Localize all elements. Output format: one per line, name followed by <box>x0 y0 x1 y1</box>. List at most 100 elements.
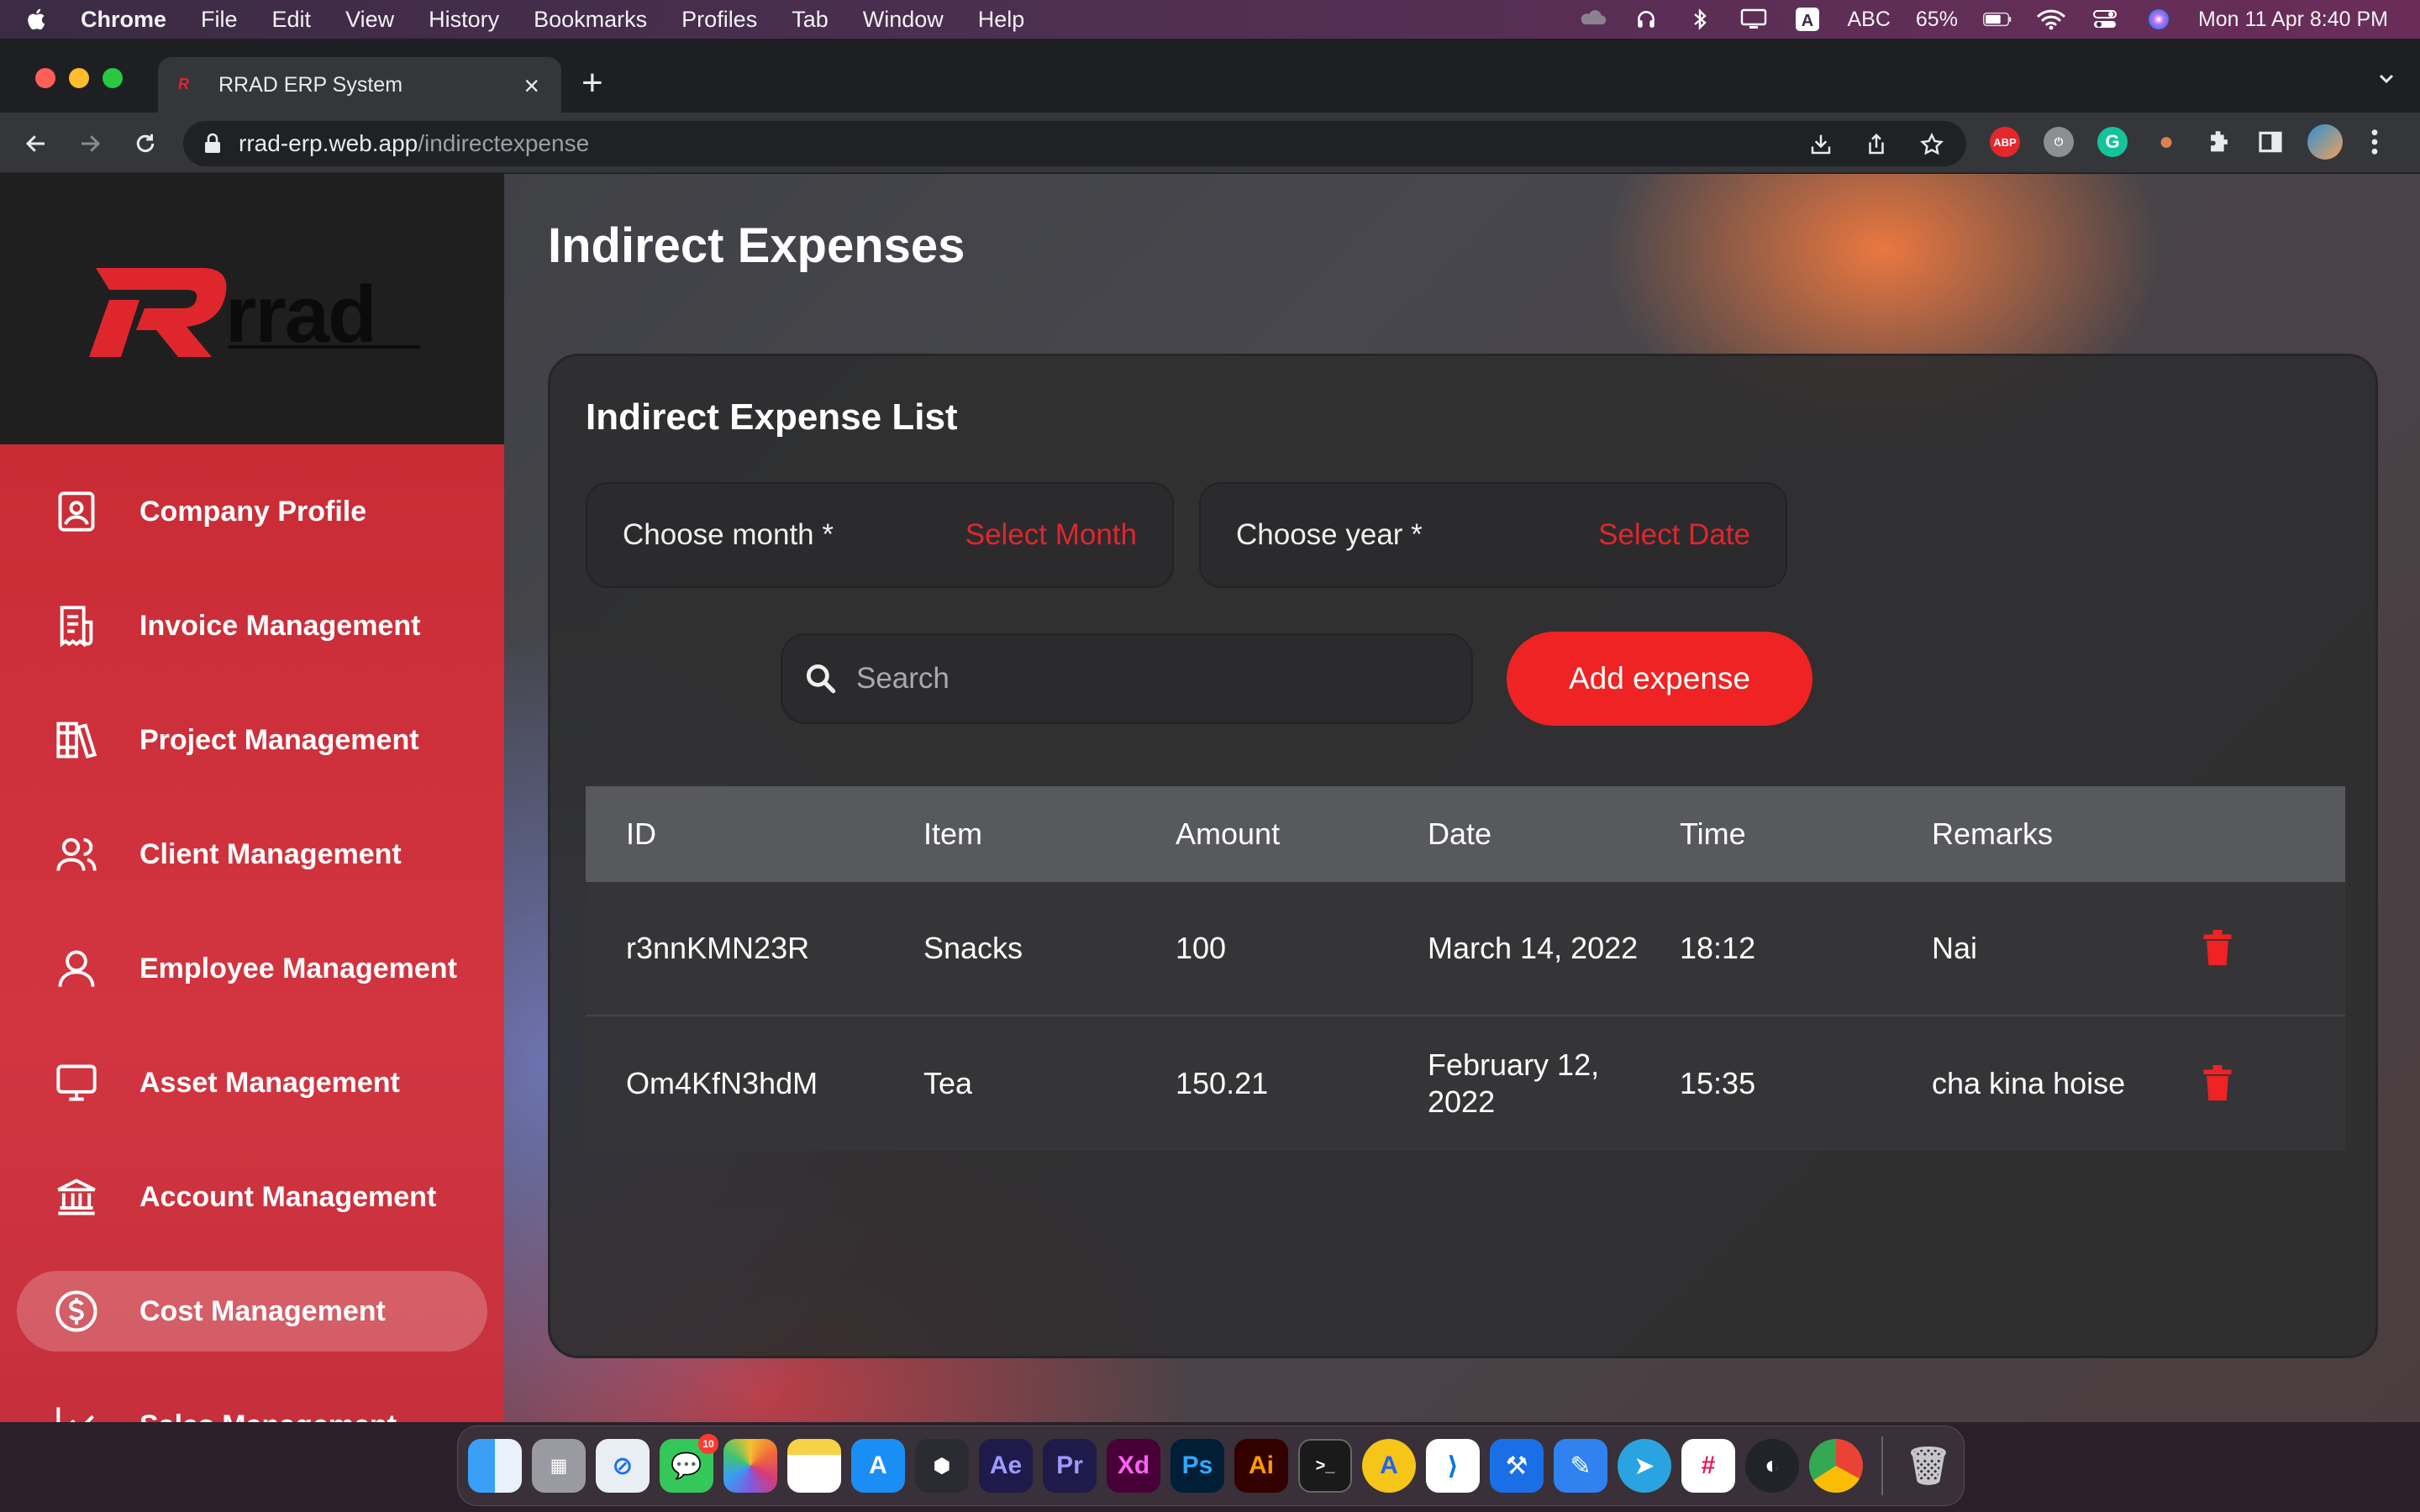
siri-icon[interactable] <box>2144 8 2173 30</box>
chrome-icon[interactable] <box>1809 1439 1863 1493</box>
menu-file[interactable]: File <box>201 7 238 33</box>
davinci-resolve-icon[interactable]: ⬢ <box>915 1439 969 1493</box>
illustrator-icon[interactable]: Ai <box>1234 1439 1288 1493</box>
telegram-icon[interactable]: ➤ <box>1618 1439 1671 1493</box>
obs-icon[interactable]: ◐ <box>1745 1439 1799 1493</box>
search-input[interactable] <box>856 662 1461 696</box>
window-minimize-button[interactable] <box>69 68 89 88</box>
adobe-xd-icon[interactable]: Xd <box>1107 1439 1160 1493</box>
vscode-icon[interactable]: ⟩ <box>1426 1439 1480 1493</box>
photos-icon[interactable] <box>723 1439 777 1493</box>
cookie-icon[interactable]: ● <box>2151 127 2181 157</box>
sidebar-item-invoice-management[interactable]: Invoice Management <box>17 585 487 666</box>
sidebar-item-project-management[interactable]: Project Management <box>17 700 487 780</box>
share-icon[interactable] <box>1864 132 1889 157</box>
reload-button[interactable] <box>129 128 161 160</box>
sidebar-item-sales-management[interactable]: Sales Management <box>17 1385 487 1422</box>
address-bar[interactable]: rrad-erp.web.app/indirectexpense <box>183 121 1966 166</box>
rrad-logo[interactable]: rrad <box>84 258 429 367</box>
sidebar-item-label: Employee Management <box>139 952 457 984</box>
menu-history[interactable]: History <box>429 7 499 33</box>
group-icon <box>54 832 99 877</box>
window-close-button[interactable] <box>35 68 55 88</box>
profile-avatar[interactable] <box>2307 124 2343 160</box>
month-picker-value[interactable]: Select Month <box>965 518 1137 552</box>
input-source-label: ABC <box>1847 7 1891 31</box>
grammarly-icon[interactable]: G <box>2097 127 2128 157</box>
month-picker-label: Choose month * <box>623 518 834 551</box>
new-tab-button[interactable]: + <box>581 62 603 104</box>
search-icon <box>806 664 836 694</box>
power-extension-icon[interactable]: ⏻ <box>2044 127 2074 157</box>
menu-chrome[interactable]: Chrome <box>81 7 166 33</box>
chrome-menu-icon[interactable] <box>2366 128 2383 156</box>
lock-icon[interactable] <box>203 133 222 155</box>
menu-help[interactable]: Help <box>978 7 1025 33</box>
messages-icon[interactable]: 💬 10 <box>660 1434 718 1493</box>
menu-profiles[interactable]: Profiles <box>681 7 757 33</box>
header-time[interactable]: Time <box>1639 816 1891 853</box>
month-picker[interactable]: Choose month * Select Month <box>586 482 1174 588</box>
battery-icon[interactable] <box>1982 8 2012 30</box>
sidebar-item-asset-management[interactable]: Asset Management <box>17 1042 487 1123</box>
sidebar-item-client-management[interactable]: Client Management <box>17 814 487 895</box>
menu-tab[interactable]: Tab <box>792 7 829 33</box>
clock[interactable]: Mon 11 Apr 8:40 PM <box>2198 8 2388 32</box>
sidebar-item-employee-management[interactable]: Employee Management <box>17 928 487 1009</box>
sidebar-item-cost-management[interactable]: Cost Management <box>17 1271 487 1352</box>
headphones-icon[interactable] <box>1632 8 1660 30</box>
tab-search-chevron-icon[interactable] <box>2376 69 2396 89</box>
cloud-icon[interactable] <box>1578 8 1607 30</box>
after-effects-icon[interactable]: Ae <box>979 1439 1033 1493</box>
premiere-pro-icon[interactable]: Pr <box>1043 1439 1097 1493</box>
terminal-icon[interactable]: >_ <box>1298 1439 1352 1493</box>
xcode-instruments-icon[interactable]: ✎ <box>1554 1439 1607 1493</box>
delete-trash-icon[interactable] <box>2201 1065 2234 1102</box>
year-picker-value[interactable]: Select Date <box>1598 518 1750 552</box>
photoshop-icon[interactable]: Ps <box>1171 1439 1224 1493</box>
install-app-icon[interactable] <box>1808 132 1833 157</box>
xcode-icon[interactable]: ⚒ <box>1490 1439 1544 1493</box>
header-item[interactable]: Item <box>883 816 1135 853</box>
tab-close-icon[interactable]: × <box>523 71 539 102</box>
sidebar-item-company-profile[interactable]: Company Profile <box>17 471 487 552</box>
wifi-icon[interactable] <box>2037 8 2065 30</box>
control-center-icon[interactable] <box>2091 8 2119 30</box>
trash-icon[interactable]: 🗑 <box>1902 1439 1955 1493</box>
header-amount[interactable]: Amount <box>1135 816 1387 853</box>
header-remarks[interactable]: Remarks <box>1891 816 2160 853</box>
side-panel-icon[interactable] <box>2257 129 2284 155</box>
finder-icon[interactable] <box>468 1439 522 1493</box>
menu-window[interactable]: Window <box>863 7 944 33</box>
cell-time: 18:12 <box>1680 931 1756 965</box>
launchpad-icon[interactable]: ▦ <box>532 1439 586 1493</box>
sidebar-item-account-management[interactable]: Account Management <box>17 1157 487 1237</box>
browser-tab-active[interactable]: R RRAD ERP System × <box>158 57 561 113</box>
menu-edit[interactable]: Edit <box>272 7 312 33</box>
header-date[interactable]: Date <box>1387 816 1639 853</box>
menu-bookmarks[interactable]: Bookmarks <box>534 7 647 33</box>
forward-button[interactable] <box>74 128 106 160</box>
safari-icon[interactable]: ⊘ <box>596 1439 650 1493</box>
extensions-puzzle-icon[interactable] <box>2205 128 2233 156</box>
notes-icon[interactable] <box>787 1439 841 1493</box>
year-picker[interactable]: Choose year * Select Date <box>1199 482 1787 588</box>
menu-view[interactable]: View <box>345 7 394 33</box>
slack-icon[interactable]: # <box>1681 1439 1735 1493</box>
back-button[interactable] <box>20 128 52 160</box>
window-zoom-button[interactable] <box>103 68 123 88</box>
header-id[interactable]: ID <box>586 816 883 853</box>
adblock-plus-icon[interactable]: ABP <box>1990 127 2020 157</box>
delete-trash-icon[interactable] <box>2201 930 2234 967</box>
add-expense-button[interactable]: Add expense <box>1507 632 1812 726</box>
search-box[interactable] <box>781 633 1473 724</box>
cell-time: 15:35 <box>1680 1066 1756 1100</box>
input-source-icon[interactable]: A <box>1793 8 1822 31</box>
display-icon[interactable] <box>1739 8 1768 30</box>
bookmark-star-icon[interactable] <box>1919 132 1944 157</box>
sidebar-item-label: Project Management <box>139 723 419 756</box>
app-store-icon[interactable]: A <box>851 1439 905 1493</box>
apple-menu-icon[interactable] <box>24 6 50 33</box>
arc-icon[interactable]: A <box>1362 1439 1416 1493</box>
bluetooth-icon[interactable] <box>1686 8 1714 30</box>
